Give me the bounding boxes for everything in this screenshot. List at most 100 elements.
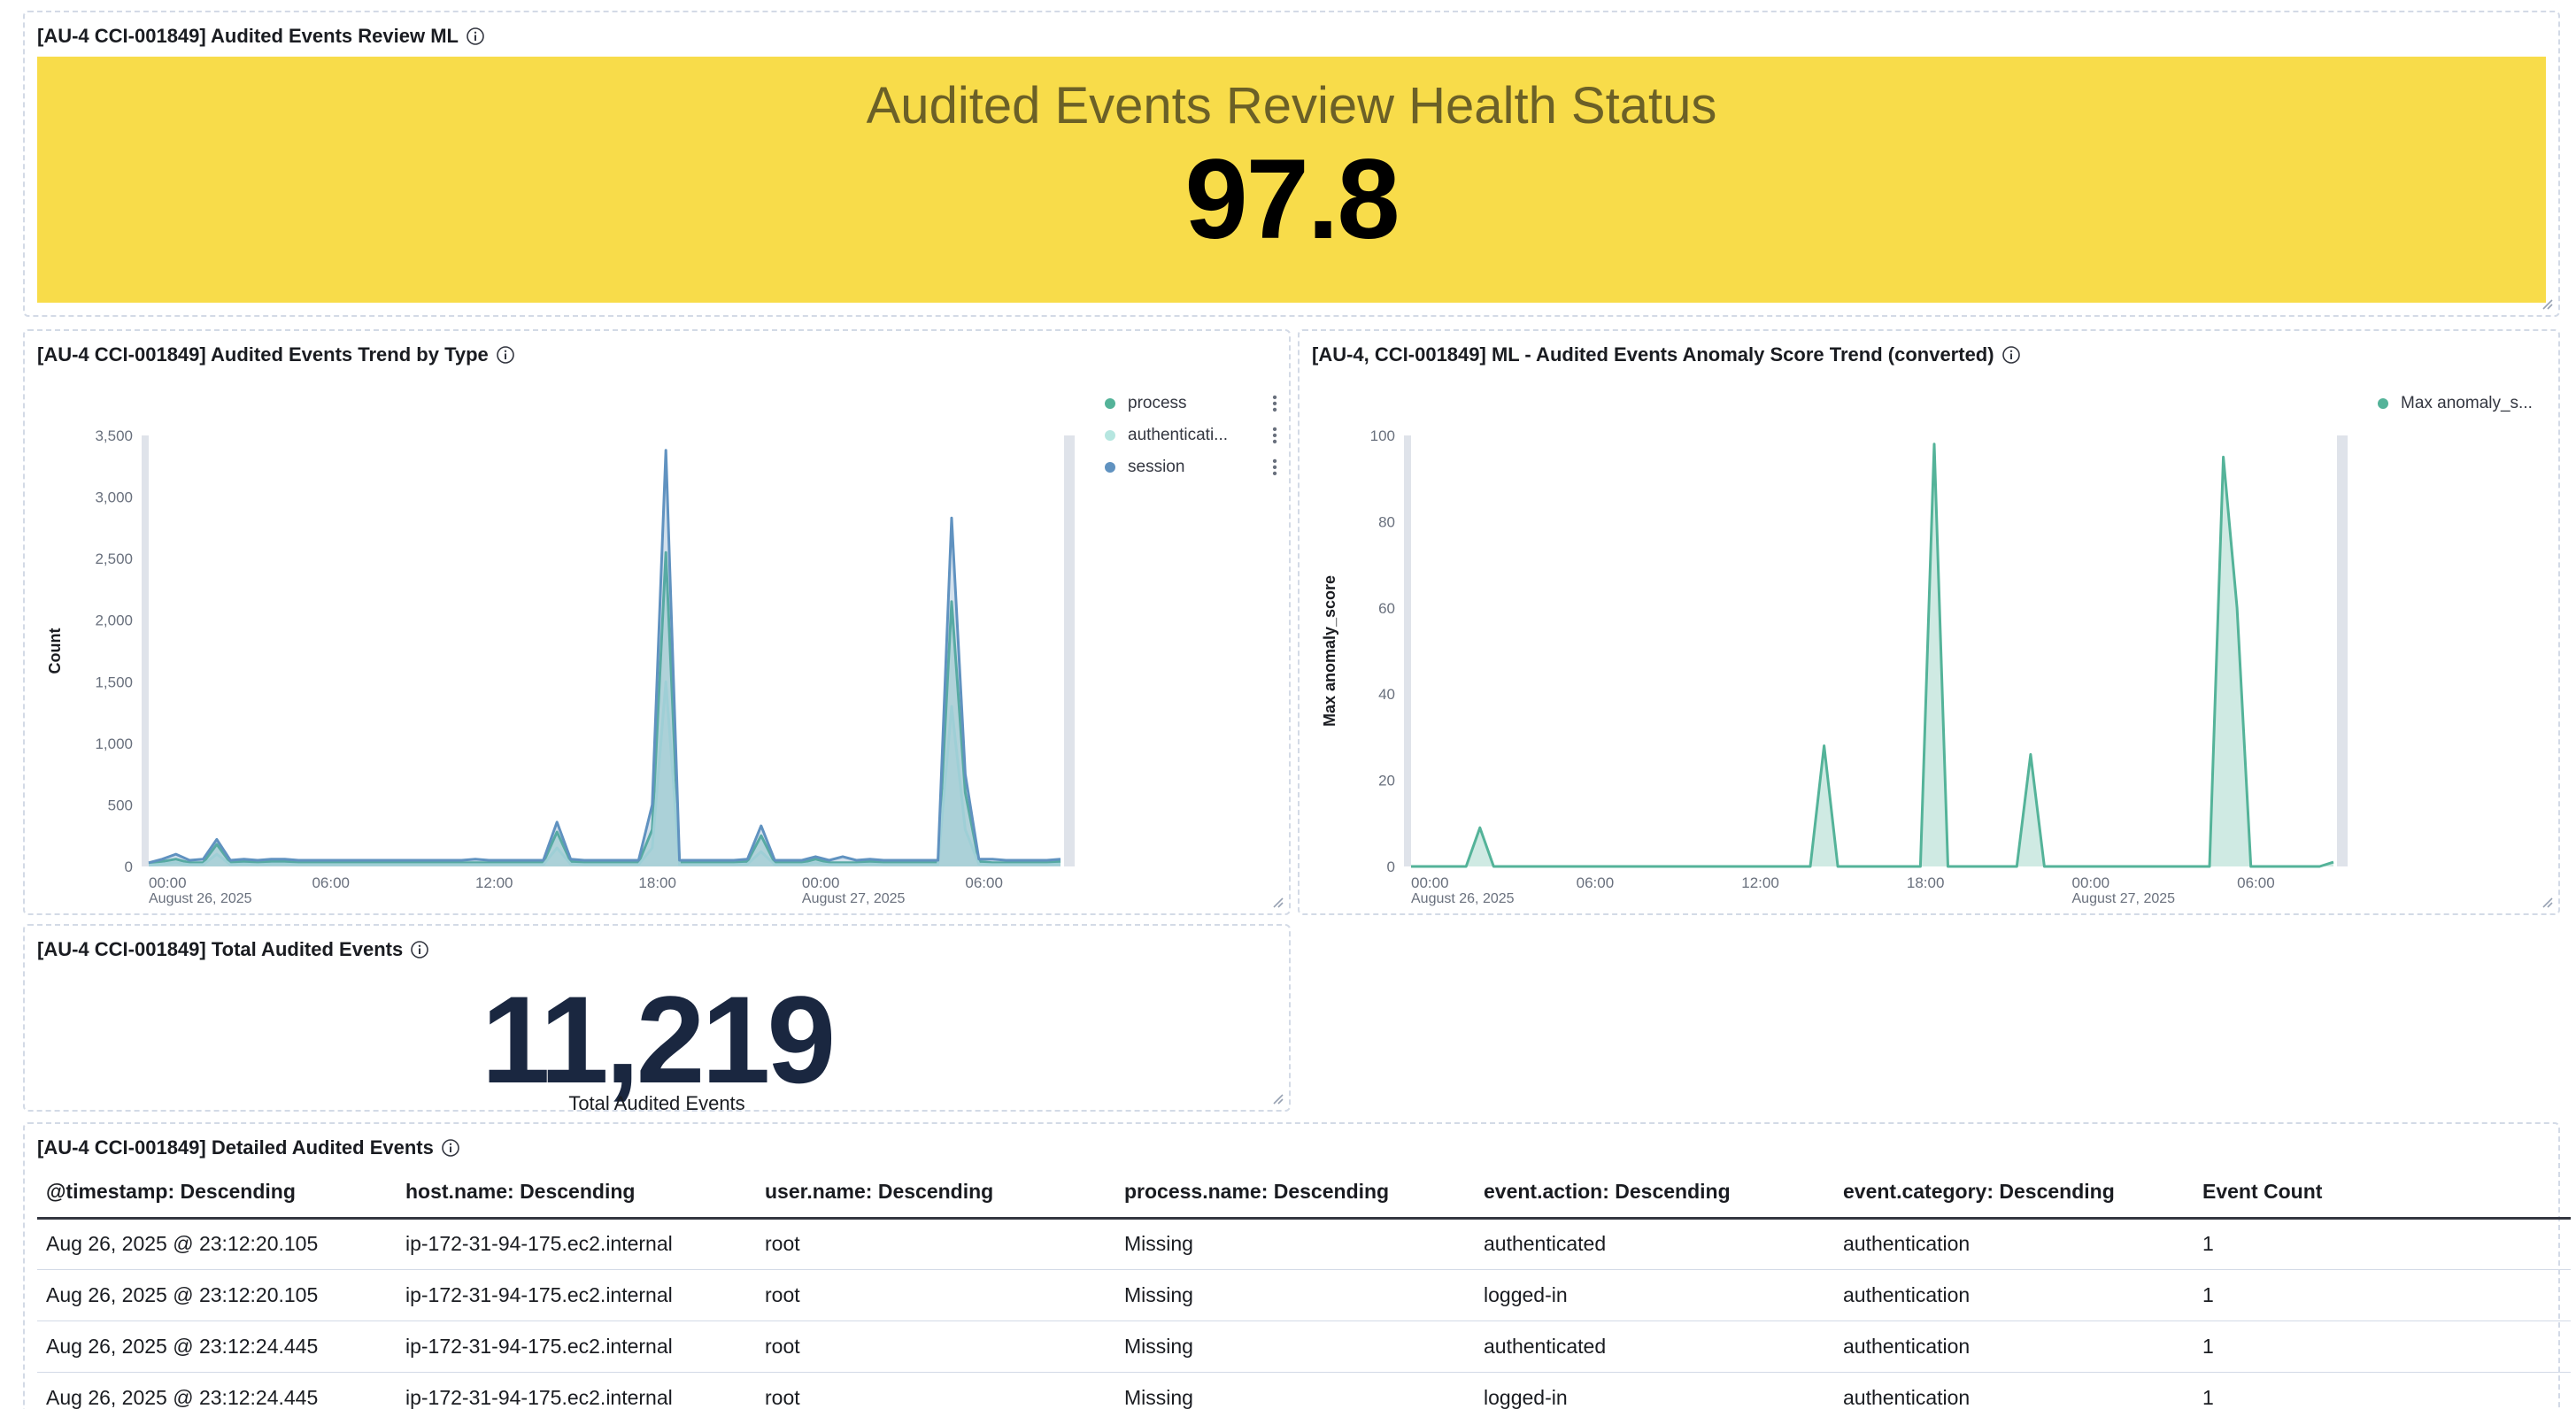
trend-chart[interactable]: 0 500 1,000 1,500 2,000 2,500 3,000 3,500 Count 0… — [25, 375, 1087, 906]
legend-label: Max anomaly_s... — [2401, 394, 2533, 412]
series-line — [148, 449, 1061, 865]
table-cell: 1 — [2194, 1372, 2571, 1409]
info-icon[interactable] — [466, 27, 485, 46]
table-row: Aug 26, 2025 @ 23:12:20.105 ip-172-31-94… — [37, 1218, 2571, 1270]
resize-handle-icon[interactable] — [1271, 1092, 1284, 1105]
series-area — [1411, 443, 2333, 866]
column-header-action[interactable]: event.action: Descending — [1475, 1166, 1834, 1220]
table-cell: ip-172-31-94-175.ec2.internal — [397, 1372, 756, 1409]
y-tick-label: 100 — [1370, 427, 1395, 444]
legend-dot — [1105, 430, 1115, 441]
x-tick-label: 12:00 — [1741, 874, 1779, 891]
y-tick-label: 40 — [1378, 686, 1395, 703]
anomaly-panel-title: [AU-4, CCI-001849] ML - Audited Events A… — [1312, 343, 1994, 366]
legend-menu-icon[interactable]: • • • — [1271, 390, 1278, 417]
x-tick-sublabel: August 26, 2025 — [1411, 891, 1515, 906]
resize-handle-icon[interactable] — [1271, 896, 1284, 908]
legend-item-process[interactable]: process • • • — [1105, 388, 1277, 420]
x-tick-label: 00:00 — [802, 874, 840, 891]
x-tick-label: 06:00 — [312, 874, 350, 891]
table-cell: authentication — [1834, 1269, 2194, 1321]
series-line — [1411, 443, 2334, 868]
table-cell: root — [756, 1218, 1115, 1270]
trend-panel: [AU-4 CCI-001849] Audited Events Trend b… — [23, 329, 1291, 915]
column-header-host[interactable]: host.name: Descending — [397, 1166, 756, 1220]
panel-title: [AU-4 CCI-001849] Total Audited Events — [37, 938, 429, 961]
column-header-count[interactable]: Event Count — [2194, 1166, 2571, 1220]
y-tick-label: 20 — [1378, 773, 1395, 789]
table-cell: Aug 26, 2025 @ 23:12:24.445 — [37, 1372, 397, 1409]
table-header-row: @timestamp: Descending host.name: Descen… — [37, 1166, 2571, 1220]
legend-menu-icon[interactable]: • • • — [1271, 454, 1278, 481]
y-tick-label: 2,500 — [95, 551, 133, 567]
table-cell: Missing — [1115, 1372, 1475, 1409]
table-cell: Aug 26, 2025 @ 23:12:24.445 — [37, 1320, 397, 1373]
info-icon[interactable] — [441, 1138, 460, 1158]
column-header-category[interactable]: event.category: Descending — [1834, 1166, 2194, 1220]
column-header-process[interactable]: process.name: Descending — [1115, 1166, 1475, 1220]
table-cell: Missing — [1115, 1269, 1475, 1321]
panel-title: [AU-4 CCI-001849] Audited Events Trend b… — [37, 343, 515, 366]
table-row: Aug 26, 2025 @ 23:12:24.445 ip-172-31-94… — [37, 1372, 2571, 1409]
range-left-bar — [1404, 435, 1411, 866]
x-tick-label: 00:00 — [2072, 874, 2110, 891]
legend-label: process — [1128, 394, 1187, 412]
panel-title: [AU-4, CCI-001849] ML - Audited Events A… — [1312, 343, 2021, 366]
y-axis-title: Count — [46, 628, 64, 674]
info-icon[interactable] — [2001, 345, 2021, 365]
legend-item-authentication[interactable]: authenticati... • • • — [1105, 420, 1277, 451]
legend-dot — [1105, 398, 1115, 409]
events-table: @timestamp: Descending host.name: Descen… — [37, 1166, 2571, 1409]
metric-panel: [AU-4 CCI-001849] Total Audited Events 1… — [23, 924, 1291, 1114]
anomaly-chart[interactable]: 020406080100Max anomaly_score00:00August… — [1300, 375, 2362, 906]
table-cell: logged-in — [1475, 1269, 1834, 1321]
series-line — [148, 551, 1061, 866]
legend-menu-icon[interactable]: • • • — [1271, 422, 1278, 449]
x-tick-label: 12:00 — [475, 874, 513, 891]
series-area — [149, 552, 1060, 866]
table-cell: authentication — [1834, 1218, 2194, 1270]
info-icon[interactable] — [496, 345, 515, 365]
column-header-timestamp[interactable]: @timestamp: Descending — [37, 1166, 397, 1220]
legend-item-max-anomaly[interactable]: Max anomaly_s... — [2378, 388, 2555, 420]
table-cell: Missing — [1115, 1320, 1475, 1373]
legend-item-session[interactable]: session • • • — [1105, 451, 1277, 483]
table-cell: authenticated — [1475, 1320, 1834, 1373]
x-tick-label: 18:00 — [1907, 874, 1945, 891]
info-icon[interactable] — [410, 940, 429, 959]
health-status-box: Audited Events Review Health Status 97.8 — [37, 57, 2546, 303]
x-tick-label: 06:00 — [1577, 874, 1615, 891]
table-cell: root — [756, 1269, 1115, 1321]
y-axis-title: Max anomaly_score — [1321, 575, 1338, 727]
column-header-user[interactable]: user.name: Descending — [756, 1166, 1115, 1220]
table-cell: Aug 26, 2025 @ 23:12:20.105 — [37, 1218, 397, 1270]
range-right-bar — [1064, 435, 1075, 866]
x-tick-label: 00:00 — [1411, 874, 1449, 891]
health-heading: Audited Events Review Health Status — [866, 77, 1717, 135]
x-tick-sublabel: August 27, 2025 — [802, 891, 906, 906]
table-cell: root — [756, 1320, 1115, 1373]
health-panel-title: [AU-4 CCI-001849] Audited Events Review … — [37, 25, 459, 47]
table-cell: ip-172-31-94-175.ec2.internal — [397, 1269, 756, 1321]
range-right-bar — [2337, 435, 2348, 866]
x-tick-sublabel: August 27, 2025 — [2072, 891, 2176, 906]
table-cell: authenticated — [1475, 1218, 1834, 1270]
table-cell: Aug 26, 2025 @ 23:12:20.105 — [37, 1269, 397, 1321]
resize-handle-icon[interactable] — [2541, 297, 2553, 310]
legend-dot — [2378, 398, 2388, 409]
metric-label: Total Audited Events — [568, 1092, 745, 1114]
table-cell: authentication — [1834, 1320, 2194, 1373]
resize-handle-icon[interactable] — [2541, 896, 2553, 908]
y-tick-label: 1,500 — [95, 674, 133, 690]
x-tick-label: 00:00 — [149, 874, 187, 891]
legend-dot — [1105, 462, 1115, 473]
health-value: 97.8 — [1184, 136, 1400, 263]
y-tick-label: 0 — [125, 858, 133, 875]
table-row: Aug 26, 2025 @ 23:12:24.445 ip-172-31-94… — [37, 1320, 2571, 1373]
table-cell: 1 — [2194, 1218, 2571, 1270]
y-tick-label: 3,000 — [95, 489, 133, 506]
table-panel-title: [AU-4 CCI-001849] Detailed Audited Event… — [37, 1136, 434, 1159]
table-row: Aug 26, 2025 @ 23:12:20.105 ip-172-31-94… — [37, 1269, 2571, 1321]
y-tick-label: 80 — [1378, 513, 1395, 530]
series-line — [148, 680, 1061, 867]
